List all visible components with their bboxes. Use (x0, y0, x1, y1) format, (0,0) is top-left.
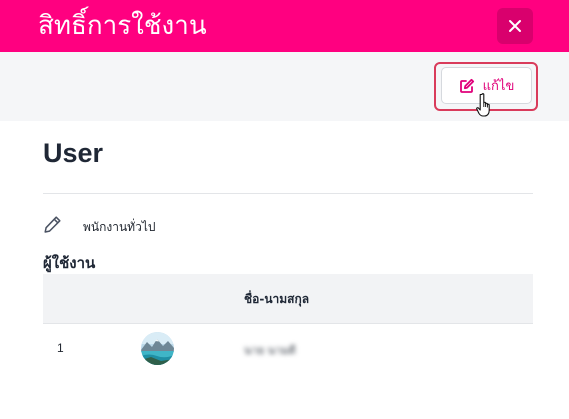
modal-header: สิทธิ์การใช้งาน (0, 0, 569, 52)
pencil-icon (44, 216, 61, 233)
close-icon (509, 20, 521, 32)
user-fullname: นาย นามดี (244, 344, 296, 357)
modal-title: สิทธิ์การใช้งาน (38, 11, 207, 41)
divider (43, 193, 533, 194)
permissions-modal: สิทธิ์การใช้งาน แก้ไข User พนักงานทั่วไป… (0, 0, 569, 419)
role-name: User (43, 138, 104, 168)
avatar (141, 332, 174, 365)
close-button[interactable] (497, 8, 533, 44)
table-row-index: 1 (57, 341, 64, 355)
edit-icon (459, 78, 474, 93)
users-section-label: ผู้ใช้งาน (43, 254, 96, 272)
role-description: พนักงานทั่วไป (83, 220, 156, 234)
hand-cursor-icon (476, 93, 490, 117)
column-header-fullname: ชื่อ-นามสกุล (244, 292, 310, 306)
